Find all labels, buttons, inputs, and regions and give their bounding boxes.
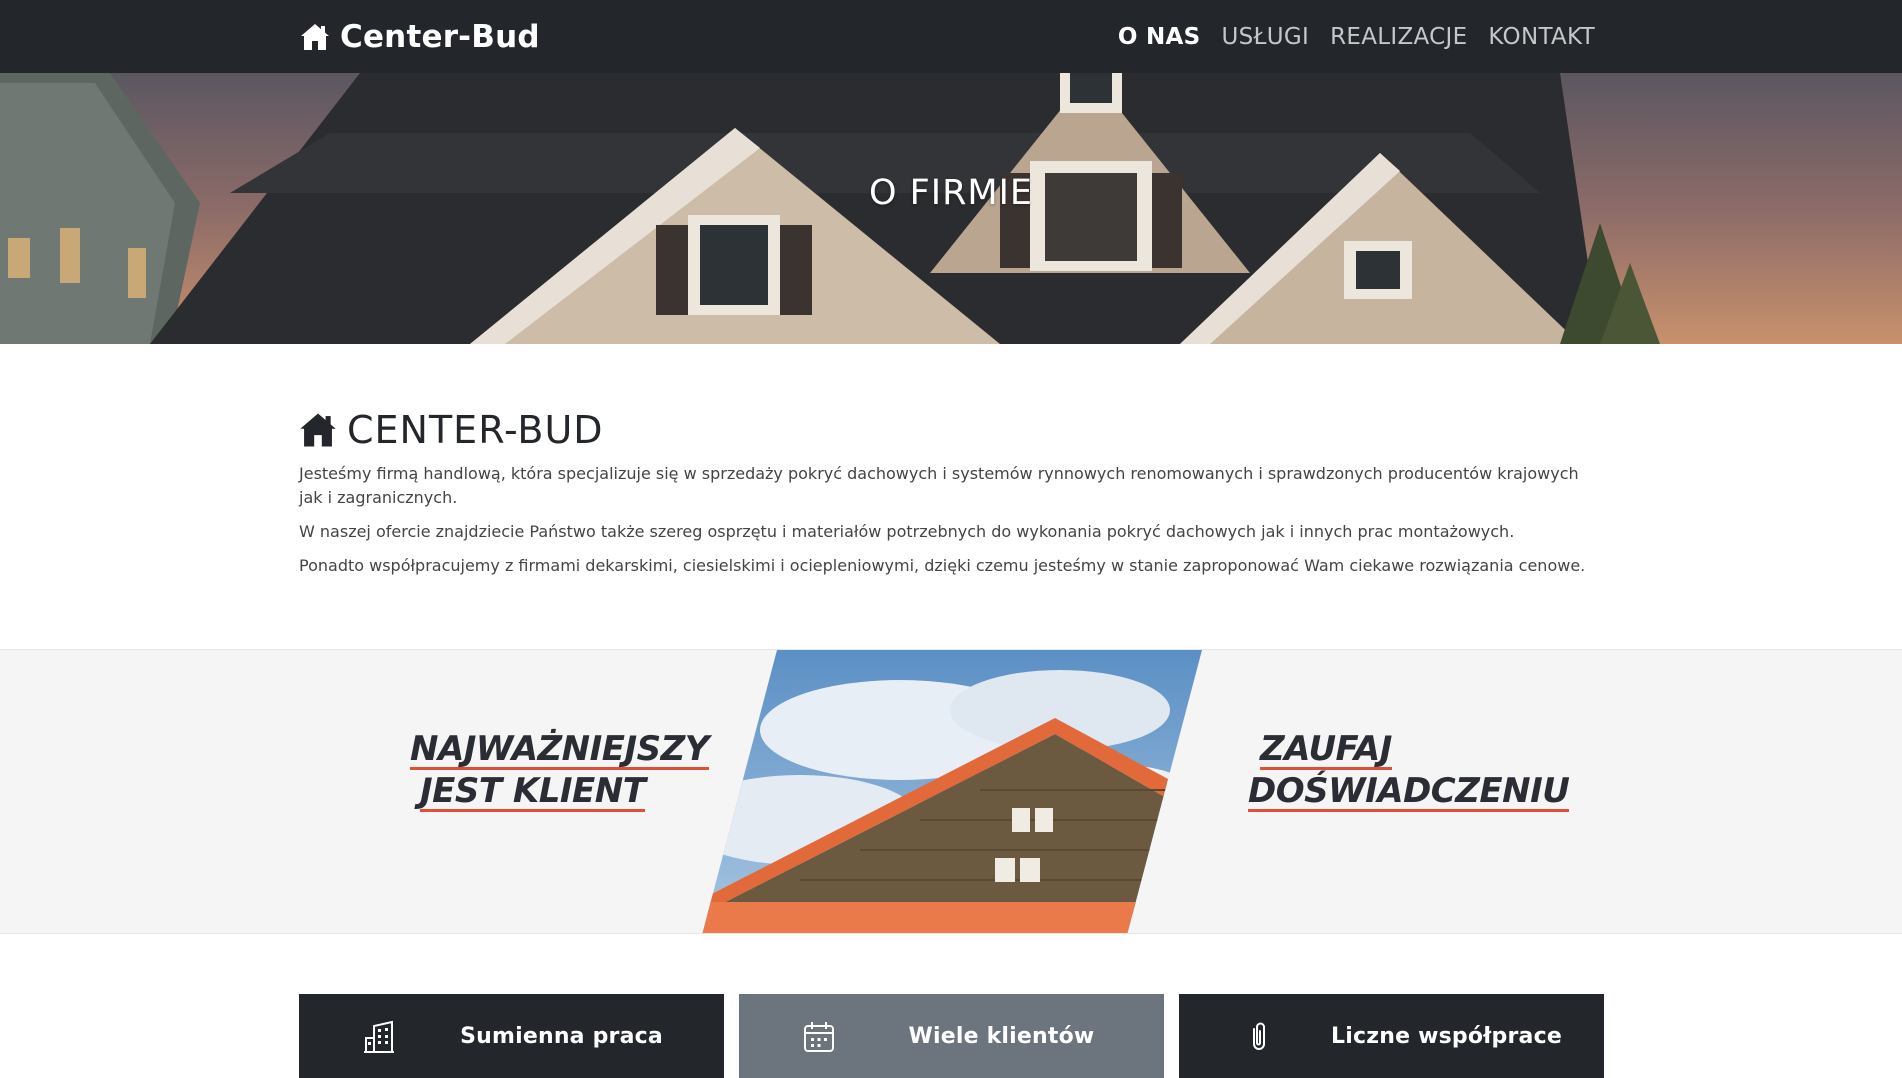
nav-link-realizacje[interactable]: REALIZACJE bbox=[1330, 24, 1467, 50]
about-heading: CENTER-BUD bbox=[299, 406, 604, 454]
feature-card-wiele-klientow[interactable]: Wiele klientów bbox=[739, 994, 1164, 1078]
home-icon bbox=[300, 413, 336, 447]
slogan-right-line1: ZAUFAJ bbox=[1260, 729, 1392, 770]
calendar-icon bbox=[804, 1022, 834, 1052]
brand-name: Center-Bud bbox=[340, 19, 540, 55]
about-paragraph: W naszej ofercie znajdziecie Państwo tak… bbox=[299, 522, 1515, 541]
nav-link-kontakt[interactable]: KONTAKT bbox=[1488, 24, 1595, 50]
about-paragraph: Jesteśmy firmą handlową, która specjaliz… bbox=[299, 464, 1579, 507]
about-paragraph: Ponadto współpracujemy z firmami dekarsk… bbox=[299, 556, 1586, 575]
hero-title: O FIRMIE bbox=[868, 173, 1034, 213]
main-nav: O NAS USŁUGI REALIZACJE KONTAKT bbox=[1118, 19, 1595, 55]
slogan-left-line2: JEST KLIENT bbox=[420, 771, 646, 812]
navbar: Center-Bud O NAS USŁUGI REALIZACJE KONTA… bbox=[0, 0, 1902, 73]
feature-label: Wiele klientów bbox=[908, 1023, 1095, 1049]
building-icon bbox=[364, 1020, 394, 1053]
feature-card-liczne-wspolprace[interactable]: Liczne współprace bbox=[1179, 994, 1604, 1078]
home-icon bbox=[301, 24, 329, 50]
slogan-left: NAJWAŻNIEJSZY JEST KLIENT bbox=[410, 728, 709, 812]
nav-link-o-nas[interactable]: O NAS bbox=[1118, 24, 1201, 50]
slogan-right-line2: DOŚWIADCZENIU bbox=[1248, 771, 1570, 812]
paperclip-icon bbox=[1253, 1022, 1265, 1050]
about-section: CENTER-BUD Jesteśmy firmą handlową, któr… bbox=[0, 344, 1902, 649]
feature-card-sumienna-praca[interactable]: Sumienna praca bbox=[299, 994, 724, 1078]
about-heading-text: CENTER-BUD bbox=[347, 408, 604, 452]
hero-section: O FIRMIE bbox=[0, 73, 1902, 344]
slogan-banner: NAJWAŻNIEJSZY JEST KLIENT ZAUFAJ DOŚWIAD… bbox=[0, 649, 1902, 934]
features-row: Sumienna praca Wiele klientów Liczne wsp… bbox=[299, 994, 1604, 1078]
slogan-left-line1: NAJWAŻNIEJSZY bbox=[410, 729, 709, 770]
feature-label: Liczne współprace bbox=[1331, 1023, 1562, 1049]
nav-link-uslugi[interactable]: USŁUGI bbox=[1222, 24, 1310, 50]
roof-photo bbox=[702, 650, 1202, 933]
about-text: Jesteśmy firmą handlową, która specjaliz… bbox=[299, 462, 1604, 588]
feature-label: Sumienna praca bbox=[460, 1023, 663, 1049]
slogan-right: ZAUFAJ DOŚWIADCZENIU bbox=[1248, 728, 1570, 812]
brand-link[interactable]: Center-Bud bbox=[300, 19, 540, 55]
